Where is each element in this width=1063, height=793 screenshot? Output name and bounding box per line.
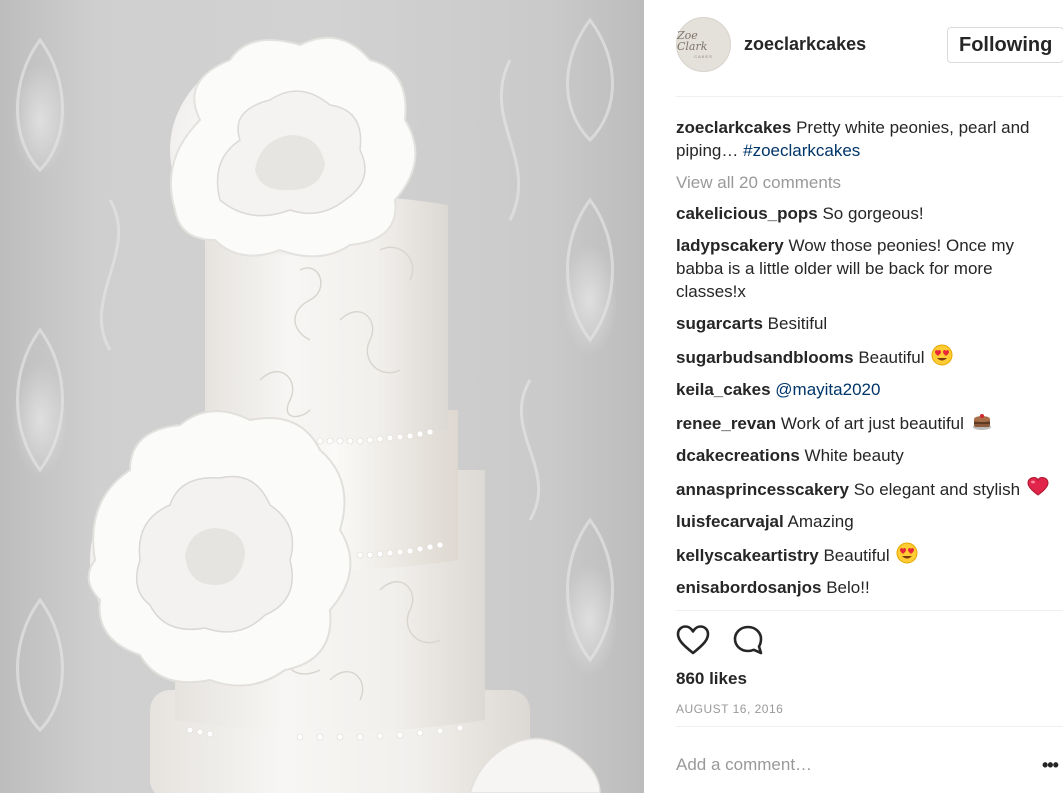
comment-item: dcakecreations White beauty: [676, 444, 1063, 467]
comment-text: Beautiful: [858, 348, 925, 367]
comment-author[interactable]: keila_cakes: [676, 380, 771, 399]
comment-item: annasprincesscakery So elegant and styli…: [676, 476, 1063, 501]
comment-author[interactable]: ladypscakery: [676, 236, 784, 255]
comment-item: sugarbudsandblooms Beautiful: [676, 344, 1063, 369]
actions-divider: [676, 610, 1063, 611]
comments-list: zoeclarkcakes Pretty white peonies, pear…: [676, 116, 1063, 608]
comment-item: keila_cakes @mayita2020: [676, 378, 1063, 401]
more-options-button[interactable]: •••: [1042, 755, 1059, 776]
post-date: AUGUST 16, 2016: [676, 702, 784, 716]
post-header: Zoe Clark CAKES zoeclarkcakes Following: [644, 0, 1063, 96]
comment-text: Work of art just beautiful: [780, 414, 964, 433]
post-sidebar: Zoe Clark CAKES zoeclarkcakes Following …: [644, 0, 1063, 793]
comment-text: Besitiful: [767, 314, 828, 333]
caption-hashtag[interactable]: #zoeclarkcakes: [743, 141, 860, 160]
caption: zoeclarkcakes Pretty white peonies, pear…: [676, 116, 1063, 162]
comment-item: ladypscakery Wow those peonies! Once my …: [676, 234, 1063, 303]
caption-author[interactable]: zoeclarkcakes: [676, 118, 791, 137]
comment-item: cakelicious_pops So gorgeous!: [676, 202, 1063, 225]
cake-icon: [972, 414, 991, 430]
avatar-logo-subtext: CAKES: [694, 54, 713, 59]
comment-author[interactable]: luisfecarvajal: [676, 512, 784, 531]
add-comment-input[interactable]: [676, 752, 1006, 778]
avatar-logo-text: Zoe Clark: [677, 29, 708, 53]
comment-text: So gorgeous!: [822, 204, 924, 223]
comment-text: Amazing: [787, 512, 854, 531]
post-username[interactable]: zoeclarkcakes: [744, 34, 866, 55]
comment-mention[interactable]: @mayita2020: [775, 380, 880, 399]
comment-author[interactable]: enisabordosanjos: [676, 578, 821, 597]
comment-text: White beauty: [804, 446, 904, 465]
likes-count[interactable]: 860 likes: [676, 669, 747, 689]
post-photo[interactable]: [0, 0, 644, 793]
heart-eyes-icon: [931, 344, 953, 366]
comment-text: So elegant and stylish: [853, 480, 1021, 499]
avatar[interactable]: Zoe Clark CAKES: [676, 17, 731, 72]
comment-text: Belo!!: [826, 578, 870, 597]
header-divider: [676, 96, 1063, 97]
comment-text: Beautiful: [823, 546, 890, 565]
comment-item: kellyscakeartistry Beautiful: [676, 542, 1063, 567]
comment-item: luisfecarvajal Amazing: [676, 510, 1063, 533]
heart-eyes-icon: [896, 542, 918, 564]
comment-author[interactable]: renee_revan: [676, 414, 776, 433]
comment-author[interactable]: cakelicious_pops: [676, 204, 818, 223]
comment-author[interactable]: dcakecreations: [676, 446, 800, 465]
heart-icon: [1027, 476, 1049, 496]
comment-author[interactable]: kellyscakeartistry: [676, 546, 819, 565]
like-heart-icon[interactable]: [676, 624, 710, 656]
comment-item: renee_revan Work of art just beautiful: [676, 410, 1063, 435]
comment-bubble-icon[interactable]: [732, 624, 766, 656]
comment-input-divider: [676, 726, 1063, 727]
view-all-comments-link[interactable]: View all 20 comments: [676, 171, 1063, 194]
comment-item: sugarcarts Besitiful: [676, 312, 1063, 335]
comment-author[interactable]: sugarbudsandblooms: [676, 348, 854, 367]
comment-author[interactable]: sugarcarts: [676, 314, 763, 333]
following-button[interactable]: Following: [947, 27, 1063, 63]
comment-item: enisabordosanjos Belo!!: [676, 576, 1063, 599]
cake-photo-illustration: [16, 17, 614, 793]
comment-author[interactable]: annasprincesscakery: [676, 480, 849, 499]
